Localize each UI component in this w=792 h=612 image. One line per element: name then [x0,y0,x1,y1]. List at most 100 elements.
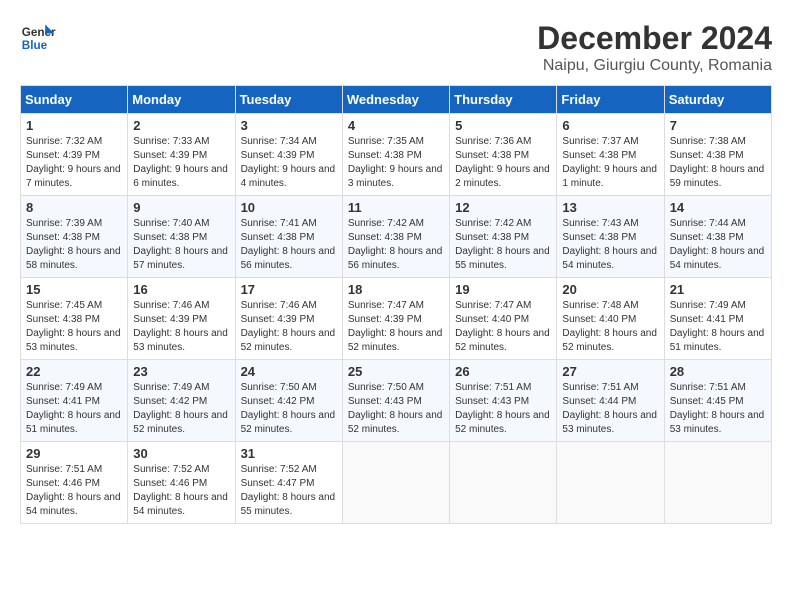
day-info: Sunrise: 7:36 AMSunset: 4:38 PMDaylight:… [455,135,551,191]
calendar-week-3: 15Sunrise: 7:45 AMSunset: 4:38 PMDayligh… [21,278,772,360]
calendar-cell: 18 Sunrise: 7:47 AMSunset: 4:39 PMDayligh… [342,278,449,360]
calendar-cell: 27Sunrise: 7:51 AMSunset: 4:44 PMDayligh… [557,360,664,442]
day-number: 17 [241,282,337,297]
calendar-cell: 11 Sunrise: 7:42 AMSunset: 4:38 PMDayligh… [342,196,449,278]
day-info: Sunrise: 7:32 AMSunset: 4:39 PMDaylight:… [26,135,122,191]
calendar-cell: 20 Sunrise: 7:48 AMSunset: 4:40 PMDayligh… [557,278,664,360]
day-info: Sunrise: 7:49 AMSunset: 4:42 PMDaylight:… [133,381,229,437]
day-number: 20 [562,282,658,297]
day-number: 2 [133,118,229,133]
calendar-cell: 5 Sunrise: 7:36 AMSunset: 4:38 PMDaylight… [450,114,557,196]
day-number: 19 [455,282,551,297]
calendar-cell [664,442,771,524]
day-number: 6 [562,118,658,133]
day-info: Sunrise: 7:42 AMSunset: 4:38 PMDaylight:… [348,217,444,273]
logo-icon: General Blue [20,20,56,56]
day-info: Sunrise: 7:51 AMSunset: 4:46 PMDaylight:… [26,463,122,519]
day-number: 30 [133,446,229,461]
calendar-week-2: 8 Sunrise: 7:39 AMSunset: 4:38 PMDaylight… [21,196,772,278]
calendar-header-row: SundayMondayTuesdayWednesdayThursdayFrid… [21,86,772,114]
calendar-cell: 16Sunrise: 7:46 AMSunset: 4:39 PMDayligh… [128,278,235,360]
calendar-cell: 23 Sunrise: 7:49 AMSunset: 4:42 PMDayligh… [128,360,235,442]
calendar-cell: 1 Sunrise: 7:32 AMSunset: 4:39 PMDaylight… [21,114,128,196]
day-number: 1 [26,118,122,133]
day-info: Sunrise: 7:41 AMSunset: 4:38 PMDaylight:… [241,217,337,273]
calendar-cell: 13Sunrise: 7:43 AMSunset: 4:38 PMDayligh… [557,196,664,278]
day-number: 5 [455,118,551,133]
day-info: Sunrise: 7:50 AMSunset: 4:42 PMDaylight:… [241,381,337,437]
day-number: 24 [241,364,337,379]
day-number: 31 [241,446,337,461]
day-info: Sunrise: 7:44 AMSunset: 4:38 PMDaylight:… [670,217,766,273]
calendar-cell: 24 Sunrise: 7:50 AMSunset: 4:42 PMDayligh… [235,360,342,442]
day-info: Sunrise: 7:34 AMSunset: 4:39 PMDaylight:… [241,135,337,191]
calendar-cell [557,442,664,524]
calendar-cell: 26Sunrise: 7:51 AMSunset: 4:43 PMDayligh… [450,360,557,442]
day-info: Sunrise: 7:52 AMSunset: 4:47 PMDaylight:… [241,463,337,519]
day-number: 11 [348,200,444,215]
calendar-cell: 19 Sunrise: 7:47 AMSunset: 4:40 PMDayligh… [450,278,557,360]
day-number: 29 [26,446,122,461]
day-info: Sunrise: 7:39 AMSunset: 4:38 PMDaylight:… [26,217,122,273]
day-number: 28 [670,364,766,379]
day-info: Sunrise: 7:52 AMSunset: 4:46 PMDaylight:… [133,463,229,519]
day-info: Sunrise: 7:43 AMSunset: 4:38 PMDaylight:… [562,217,658,273]
day-info: Sunrise: 7:35 AMSunset: 4:38 PMDaylight:… [348,135,444,191]
day-info: Sunrise: 7:38 AMSunset: 4:38 PMDaylight:… [670,135,766,191]
calendar-cell: 12 Sunrise: 7:42 AMSunset: 4:38 PMDayligh… [450,196,557,278]
day-number: 12 [455,200,551,215]
day-number: 25 [348,364,444,379]
calendar-header-wednesday: Wednesday [342,86,449,114]
day-number: 8 [26,200,122,215]
day-info: Sunrise: 7:51 AMSunset: 4:44 PMDaylight:… [562,381,658,437]
calendar-cell: 30 Sunrise: 7:52 AMSunset: 4:46 PMDayligh… [128,442,235,524]
day-number: 23 [133,364,229,379]
day-number: 18 [348,282,444,297]
day-number: 10 [241,200,337,215]
calendar-cell: 8 Sunrise: 7:39 AMSunset: 4:38 PMDaylight… [21,196,128,278]
day-info: Sunrise: 7:47 AMSunset: 4:40 PMDaylight:… [455,299,551,355]
calendar-cell: 2 Sunrise: 7:33 AMSunset: 4:39 PMDaylight… [128,114,235,196]
calendar-week-4: 22 Sunrise: 7:49 AMSunset: 4:41 PMDayligh… [21,360,772,442]
calendar-header-thursday: Thursday [450,86,557,114]
calendar-cell: 6 Sunrise: 7:37 AMSunset: 4:38 PMDaylight… [557,114,664,196]
day-info: Sunrise: 7:48 AMSunset: 4:40 PMDaylight:… [562,299,658,355]
calendar-header-friday: Friday [557,86,664,114]
day-number: 14 [670,200,766,215]
header: General Blue December 2024 Naipu, Giurgi… [20,20,772,75]
day-info: Sunrise: 7:33 AMSunset: 4:39 PMDaylight:… [133,135,229,191]
day-number: 21 [670,282,766,297]
calendar-cell: 21Sunrise: 7:49 AMSunset: 4:41 PMDayligh… [664,278,771,360]
day-info: Sunrise: 7:47 AMSunset: 4:39 PMDaylight:… [348,299,444,355]
calendar-header-saturday: Saturday [664,86,771,114]
calendar-table: SundayMondayTuesdayWednesdayThursdayFrid… [20,85,772,524]
calendar-cell: 22 Sunrise: 7:49 AMSunset: 4:41 PMDayligh… [21,360,128,442]
calendar-cell [450,442,557,524]
day-number: 3 [241,118,337,133]
calendar-cell: 10 Sunrise: 7:41 AMSunset: 4:38 PMDayligh… [235,196,342,278]
calendar-cell: 15Sunrise: 7:45 AMSunset: 4:38 PMDayligh… [21,278,128,360]
calendar-cell: 4 Sunrise: 7:35 AMSunset: 4:38 PMDaylight… [342,114,449,196]
calendar-header-tuesday: Tuesday [235,86,342,114]
day-number: 22 [26,364,122,379]
day-number: 9 [133,200,229,215]
day-number: 15 [26,282,122,297]
subtitle: Naipu, Giurgiu County, Romania [537,57,772,75]
day-info: Sunrise: 7:50 AMSunset: 4:43 PMDaylight:… [348,381,444,437]
day-info: Sunrise: 7:46 AMSunset: 4:39 PMDaylight:… [133,299,229,355]
calendar-cell: 17 Sunrise: 7:46 AMSunset: 4:39 PMDayligh… [235,278,342,360]
day-number: 4 [348,118,444,133]
calendar-header-monday: Monday [128,86,235,114]
calendar-header-sunday: Sunday [21,86,128,114]
day-info: Sunrise: 7:37 AMSunset: 4:38 PMDaylight:… [562,135,658,191]
calendar-week-1: 1 Sunrise: 7:32 AMSunset: 4:39 PMDaylight… [21,114,772,196]
day-info: Sunrise: 7:49 AMSunset: 4:41 PMDaylight:… [26,381,122,437]
calendar-cell: 3 Sunrise: 7:34 AMSunset: 4:39 PMDaylight… [235,114,342,196]
calendar-week-5: 29 Sunrise: 7:51 AMSunset: 4:46 PMDayligh… [21,442,772,524]
calendar-cell [342,442,449,524]
day-info: Sunrise: 7:40 AMSunset: 4:38 PMDaylight:… [133,217,229,273]
svg-text:Blue: Blue [22,39,48,52]
day-info: Sunrise: 7:46 AMSunset: 4:39 PMDaylight:… [241,299,337,355]
logo: General Blue [20,20,56,56]
day-info: Sunrise: 7:42 AMSunset: 4:38 PMDaylight:… [455,217,551,273]
